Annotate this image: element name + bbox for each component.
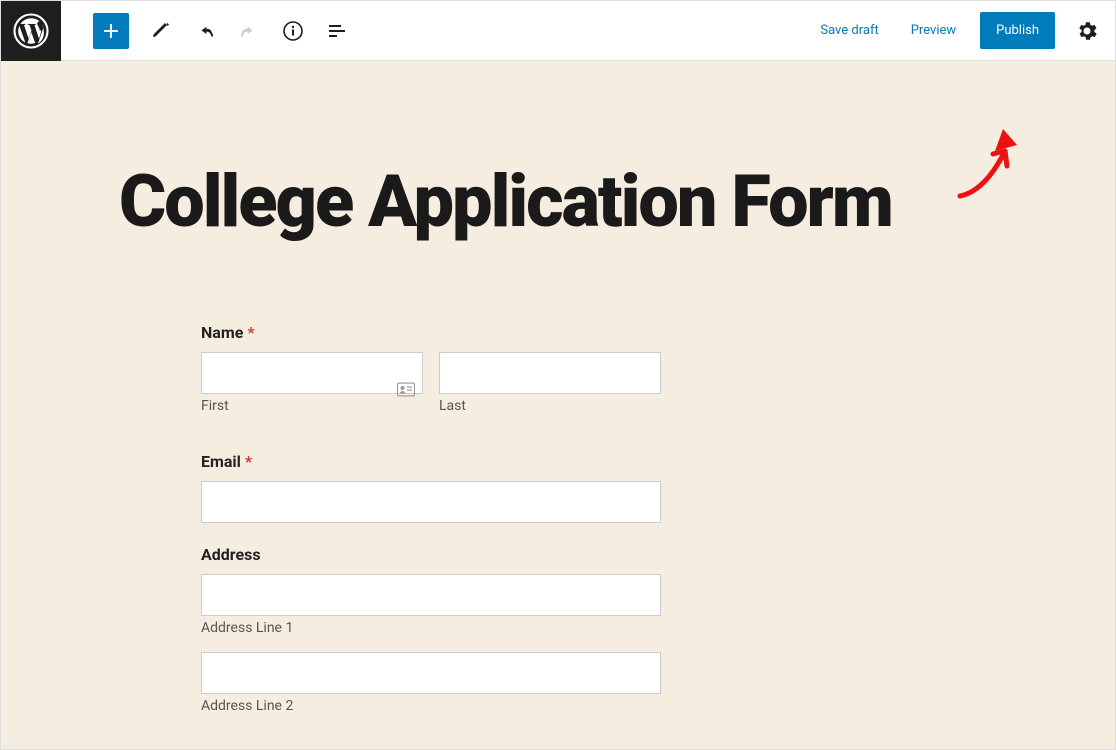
edit-tool-button[interactable] [141,11,181,51]
name-field-group: Name * First Last [201,323,661,430]
wordpress-icon [13,13,49,49]
first-name-sublabel: First [201,398,423,414]
save-draft-button[interactable]: Save draft [808,15,890,46]
address-line1-input[interactable] [201,574,661,616]
info-button[interactable] [273,11,313,51]
plus-icon [99,19,123,43]
contact-card-icon [397,382,415,401]
required-marker: * [247,323,254,342]
page-title[interactable]: College Application Form [1,61,1115,268]
preview-button[interactable]: Preview [899,15,968,46]
redo-icon [237,19,261,43]
address-line1-sublabel: Address Line 1 [201,620,661,636]
last-name-input[interactable] [439,352,661,394]
address-line2-sublabel: Address Line 2 [201,698,661,714]
address-line2-input[interactable] [201,652,661,694]
name-label: Name * [201,323,661,342]
email-label: Email * [201,452,661,471]
wordpress-logo-button[interactable] [1,1,61,61]
add-block-button[interactable] [93,13,129,49]
pencil-icon [149,19,173,43]
redo-button [229,11,269,51]
editor-toolbar: Save draft Preview Publish [1,1,1115,61]
info-icon [281,19,305,43]
editor-canvas: College Application Form Name * First La… [1,61,1115,749]
address-label: Address [201,545,661,564]
settings-button[interactable] [1067,11,1107,51]
email-input[interactable] [201,481,661,523]
last-name-sublabel: Last [439,398,661,414]
email-field-group: Email * [201,452,661,523]
undo-icon [193,19,217,43]
undo-button[interactable] [185,11,225,51]
outline-button[interactable] [317,11,357,51]
address-field-group: Address Address Line 1 Address Line 2 [201,545,661,714]
gear-icon [1075,19,1099,43]
list-icon [325,19,349,43]
required-marker: * [245,452,252,471]
first-name-input[interactable] [201,352,423,394]
publish-button[interactable]: Publish [980,12,1055,49]
form-block: Name * First Last Email * [201,323,661,714]
